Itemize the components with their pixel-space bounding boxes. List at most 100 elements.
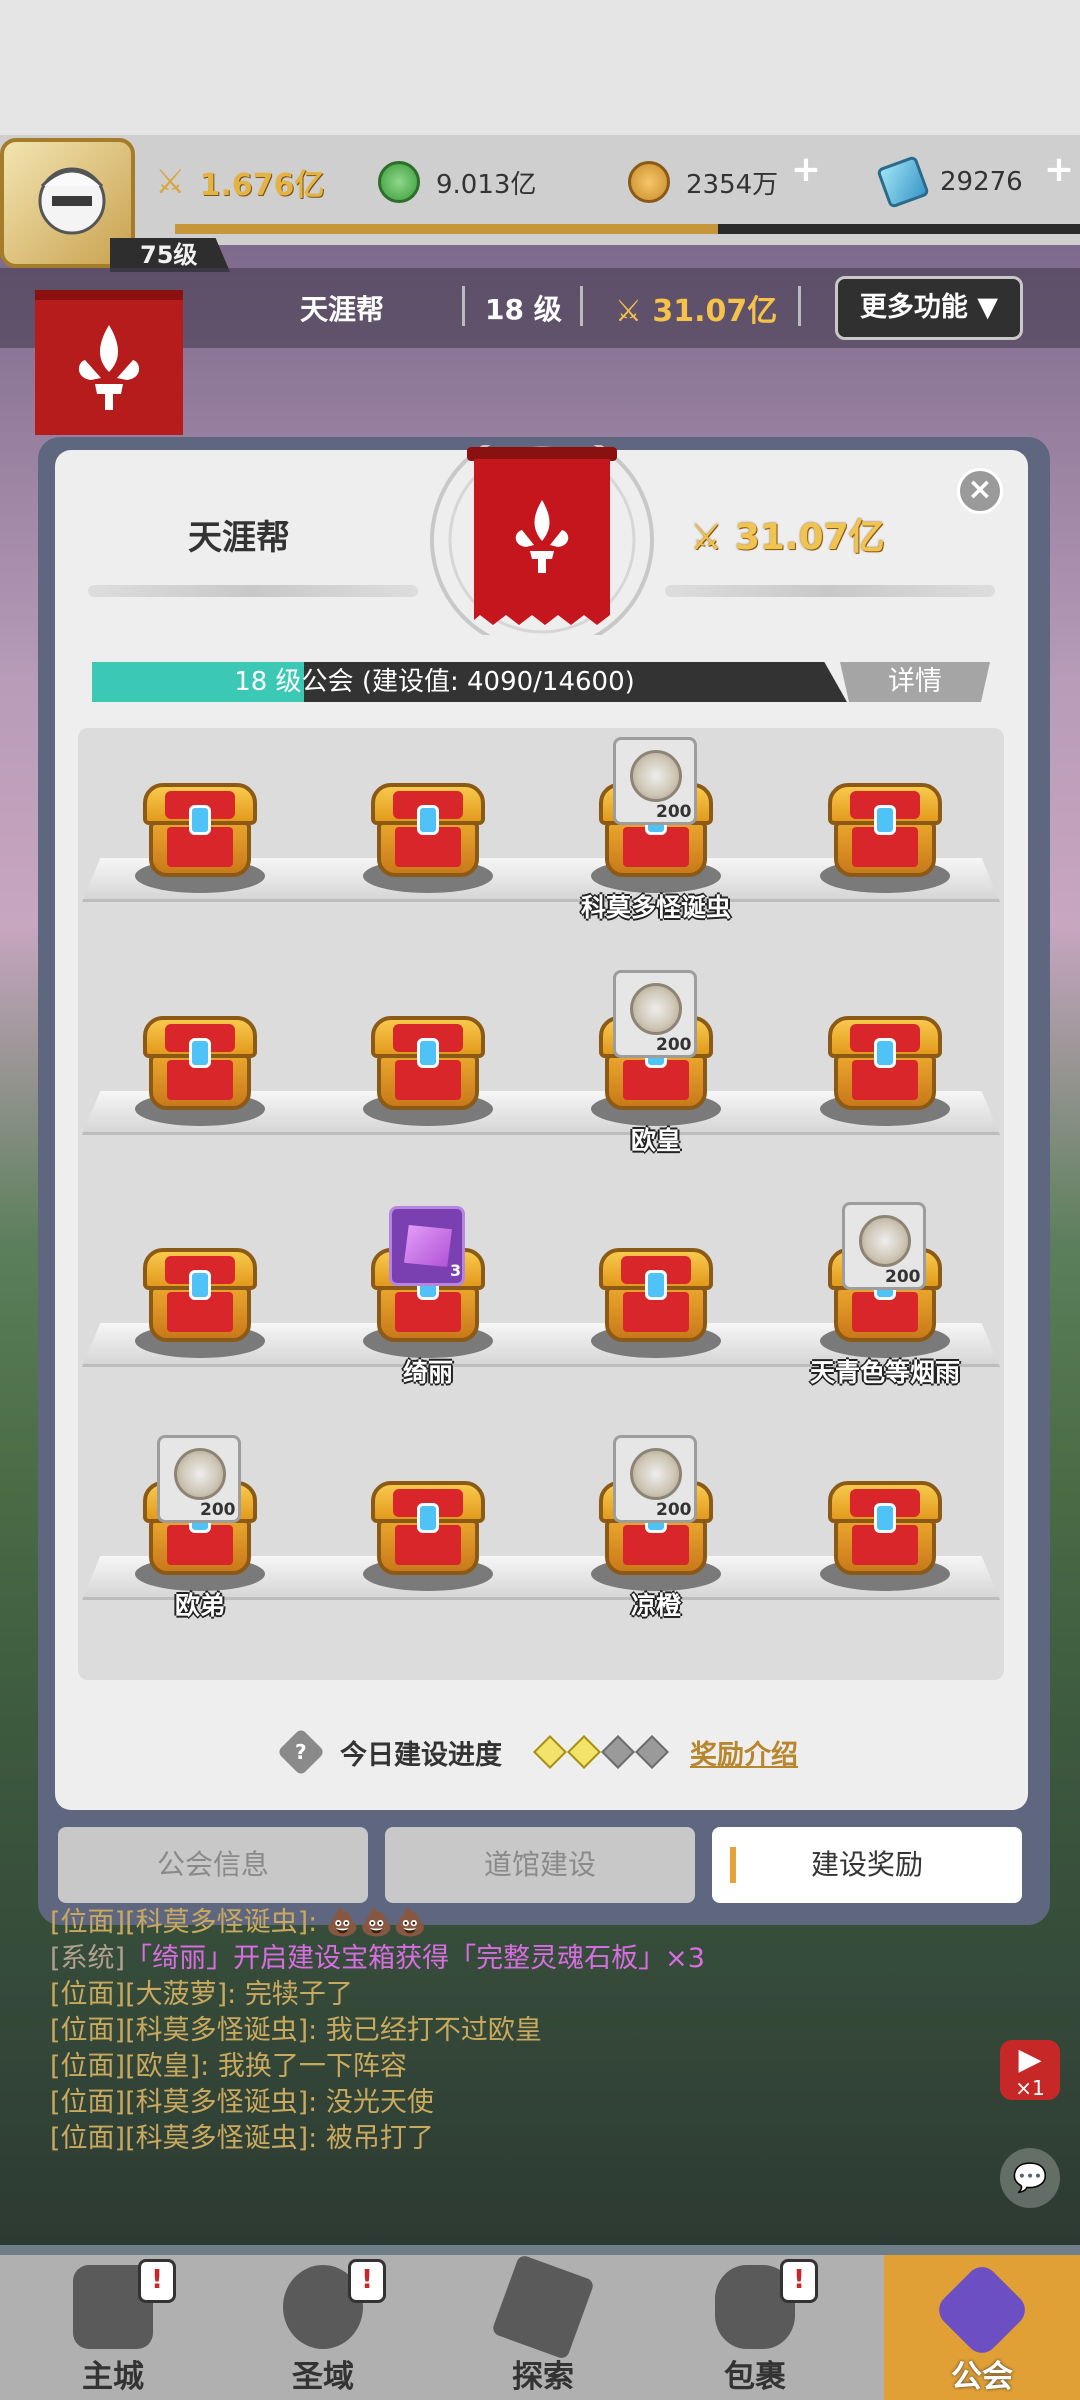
reward-count: 200 (656, 1035, 692, 1055)
crossed-swords-icon: ⚔ (615, 294, 653, 329)
nav-label: 主城 (82, 2359, 144, 2395)
nav-inventory[interactable]: ! 包裹 (660, 2255, 850, 2400)
green-gem-resource: 9.013亿 (378, 152, 536, 212)
chest-owner-name: 科莫多怪诞虫 (580, 893, 731, 922)
chat-line: [位面][科莫多怪诞虫]: 我已经打不过欧皇 (50, 2013, 950, 2049)
guild-crest-icon (932, 2260, 1032, 2360)
chat-bubble-icon[interactable]: 💬 (1000, 2148, 1060, 2208)
treasure-chest[interactable] (822, 775, 948, 883)
sword-icon (491, 2253, 595, 2361)
power-value: 1.676亿 (199, 168, 325, 203)
treasure-chest[interactable] (137, 1240, 263, 1348)
details-button[interactable]: 详情 (840, 662, 990, 702)
reward-count: 200 (885, 1267, 921, 1287)
chest-owner-name: 欧弟 (174, 1591, 225, 1620)
crown-coin-icon (630, 983, 682, 1035)
nav-guild[interactable]: 公会 (884, 2255, 1080, 2400)
soul-stone-icon (404, 1225, 452, 1267)
add-crystal-button[interactable]: + (1035, 150, 1080, 204)
chat-sender: [位面][科莫多怪诞虫]: (50, 2015, 326, 2046)
chat-line: [位面][欧皇]: 我换了一下阵容 (50, 2049, 950, 2085)
avatar-character-icon (38, 167, 106, 235)
add-gold-button[interactable]: + (782, 150, 830, 204)
progress-diamond-filled (567, 1735, 601, 1769)
chest-owner-name: 绮丽 (402, 1358, 453, 1387)
chest-owner-name: 欧皇 (630, 1126, 681, 1155)
nav-label: 探索 (512, 2359, 574, 2395)
chest-gem (189, 805, 211, 835)
chest-gem (874, 805, 896, 835)
treasure-chest[interactable] (365, 1008, 491, 1116)
fleur-de-lis-icon (78, 325, 140, 410)
reward-info-link[interactable]: 奖励介绍 (690, 1733, 798, 1772)
help-icon[interactable]: ? (276, 1727, 326, 1777)
guild-name: 天涯帮 (300, 293, 385, 326)
guild-banner-icon[interactable] (35, 290, 183, 435)
player-level: 75级 (110, 238, 230, 272)
chat-message: 没光天使 (325, 2087, 434, 2118)
chat-sender: [位面][大菠萝]: (50, 1979, 245, 2010)
crown-coin-icon (630, 750, 682, 802)
gold-resource: 2354万 (628, 152, 778, 212)
alert-badge: ! (138, 2259, 176, 2303)
guild-power-value: 31.07亿 (652, 294, 778, 329)
chest-gem (189, 1270, 211, 1300)
divider (580, 286, 583, 326)
dialog-guild-name: 天涯帮 (188, 518, 290, 558)
tab-guild-info[interactable]: 公会信息 (58, 1827, 368, 1903)
decor-line-right (665, 585, 995, 597)
active-tab-indicator (730, 1847, 736, 1883)
nav-main-city[interactable]: ! 主城 (18, 2255, 208, 2400)
treasure-chest[interactable] (365, 1473, 491, 1581)
crystal-icon (876, 155, 930, 209)
chat-line: [位面][科莫多怪诞虫]: 没光天使 (50, 2085, 950, 2121)
chest-gem (417, 805, 439, 835)
guild-power: ⚔ 31.07亿 (615, 286, 777, 330)
guild-emblem (430, 445, 654, 635)
chat-message: 我已经打不过欧皇 (325, 2015, 542, 2046)
more-functions-button[interactable]: 更多功能 ▼ (835, 276, 1023, 340)
green-gem-value: 9.013亿 (436, 169, 537, 200)
chat-message: 完犊子了 (244, 1979, 353, 2010)
green-gem-icon (378, 161, 420, 203)
nav-sanctuary[interactable]: ! 圣域 (228, 2255, 418, 2400)
video-reward-button[interactable]: ▶ ×1 (1000, 2040, 1060, 2100)
progress-diamond-empty (635, 1735, 669, 1769)
treasure-chest[interactable] (137, 775, 263, 883)
experience-fill (175, 224, 718, 234)
treasure-chest[interactable] (137, 1008, 263, 1116)
chest-gem (189, 1038, 211, 1068)
chat-line: [位面][科莫多怪诞虫]: 💩💩💩 (50, 1905, 950, 1941)
divider (798, 286, 801, 326)
reward-count: 200 (200, 1500, 236, 1520)
treasure-chest[interactable] (822, 1473, 948, 1581)
tab-building-construction[interactable]: 道馆建设 (385, 1827, 695, 1903)
crystal-resource: 29276 (876, 152, 1023, 212)
coin-reward-card: 200 (842, 1202, 926, 1290)
chat-message: 「绮丽」开启建设宝箱获得「完整灵魂石板」×3 (125, 1943, 705, 1974)
reward-count: 200 (656, 1500, 692, 1520)
alert-badge: ! (780, 2259, 818, 2303)
coin-reward-card: 200 (613, 737, 697, 825)
tab-construction-rewards[interactable]: 建设奖励 (712, 1827, 1022, 1903)
treasure-chest[interactable] (365, 775, 491, 883)
soul-stone-reward-card: 3 (389, 1206, 465, 1286)
chest-gem (645, 1270, 667, 1300)
nav-label: 圣域 (292, 2359, 354, 2395)
chat-message: 我换了一下阵容 (217, 2051, 407, 2082)
gold-value: 2354万 (686, 169, 779, 200)
chat-message: 被吊打了 (325, 2123, 434, 2154)
treasure-chest[interactable] (822, 1008, 948, 1116)
chat-sender: [位面][科莫多怪诞虫]: (50, 2087, 326, 2118)
chest-gem (874, 1038, 896, 1068)
video-multiplier: ×1 (1015, 2076, 1045, 2100)
nav-label: 公会 (951, 2359, 1013, 2395)
coin-reward-card: 200 (157, 1435, 241, 1523)
crystal-value: 29276 (940, 167, 1023, 197)
treasure-chest[interactable] (593, 1240, 719, 1348)
nav-label: 包裹 (724, 2359, 786, 2395)
close-button[interactable]: × (957, 468, 1003, 514)
chest-gem (874, 1503, 896, 1533)
nav-explore[interactable]: 探索 (448, 2253, 638, 2400)
chest-owner-name: 凉橙 (630, 1591, 681, 1620)
